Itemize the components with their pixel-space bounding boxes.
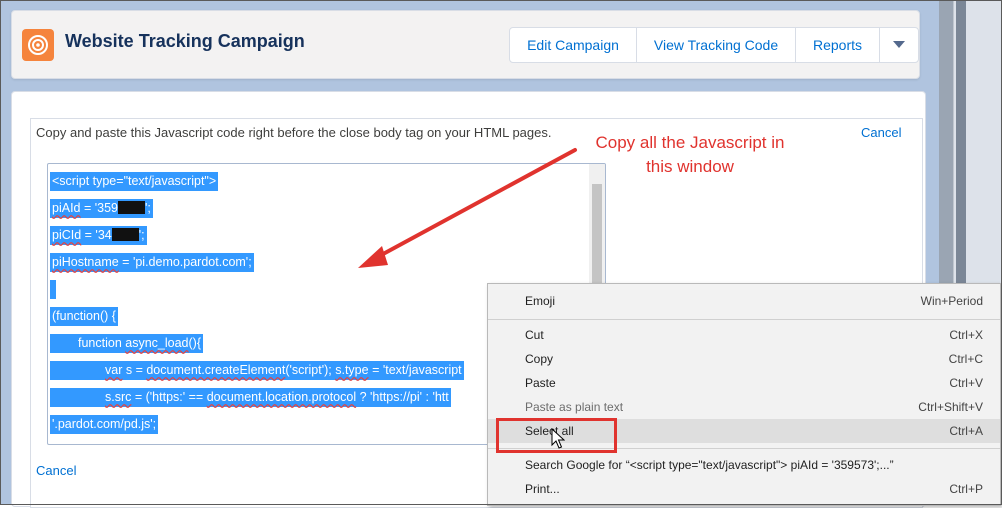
redacted-block [111,228,139,241]
page-title: Website Tracking Campaign [65,31,305,51]
annotation-line: this window [646,157,734,176]
code-line: s.src = ('https:' == document.location.p… [50,388,451,407]
menu-item-paste-plain[interactable]: Paste as plain text Ctrl+Shift+V [488,395,1000,419]
view-tracking-code-button[interactable]: View Tracking Code [637,28,796,62]
mouse-cursor-icon [551,428,565,449]
code-line: var s = document.createElement('script')… [50,361,464,380]
menu-item-copy[interactable]: Copy Ctrl+C [488,347,1000,371]
header-button-group: Edit Campaign View Tracking Code Reports [509,27,919,63]
campaign-target-icon [22,29,54,61]
annotation-arrow-icon [358,148,577,268]
menu-item-cut[interactable]: Cut Ctrl+X [488,323,1000,347]
code-line: piAId = '359 '; [50,199,153,218]
annotation-line: Copy all the Javascript in [595,133,785,152]
context-menu: Emoji Win+Period Cut Ctrl+X Copy Ctrl+C Pas… [487,283,1001,506]
menu-item-search-google[interactable]: Search Google for “<script type="text/ja… [488,453,1000,477]
chevron-down-icon [893,41,905,48]
more-actions-button[interactable] [880,28,918,62]
code-line: piCId = '34 '; [50,226,147,245]
annotation-text: Copy all the Javascript in this window [575,131,805,179]
cancel-link-top[interactable]: Cancel [861,125,901,140]
code-line: <script type="text/javascript"> [50,172,219,191]
code-scrollbar-thumb[interactable] [592,184,602,294]
code-line: (function() { [50,307,118,326]
code-line: piHostname = 'pi.demo.pardot.com'; [50,253,254,272]
edit-campaign-button[interactable]: Edit Campaign [510,28,637,62]
menu-item-emoji[interactable]: Emoji Win+Period [488,289,1000,313]
campaign-header: Website Tracking Campaign Edit Campaign … [11,10,920,79]
menu-item-paste[interactable]: Paste Ctrl+V [488,371,1000,395]
redacted-block [118,201,145,214]
code-line-blank [50,280,56,299]
reports-button[interactable]: Reports [796,28,880,62]
instructions-text: Copy and paste this Javascript code righ… [36,125,552,140]
cancel-link-bottom[interactable]: Cancel [36,463,76,478]
code-line: '.pardot.com/pd.js'; [50,415,159,434]
code-line: function async_load(){ [50,334,204,353]
menu-item-print[interactable]: Print... Ctrl+P [488,477,1000,501]
